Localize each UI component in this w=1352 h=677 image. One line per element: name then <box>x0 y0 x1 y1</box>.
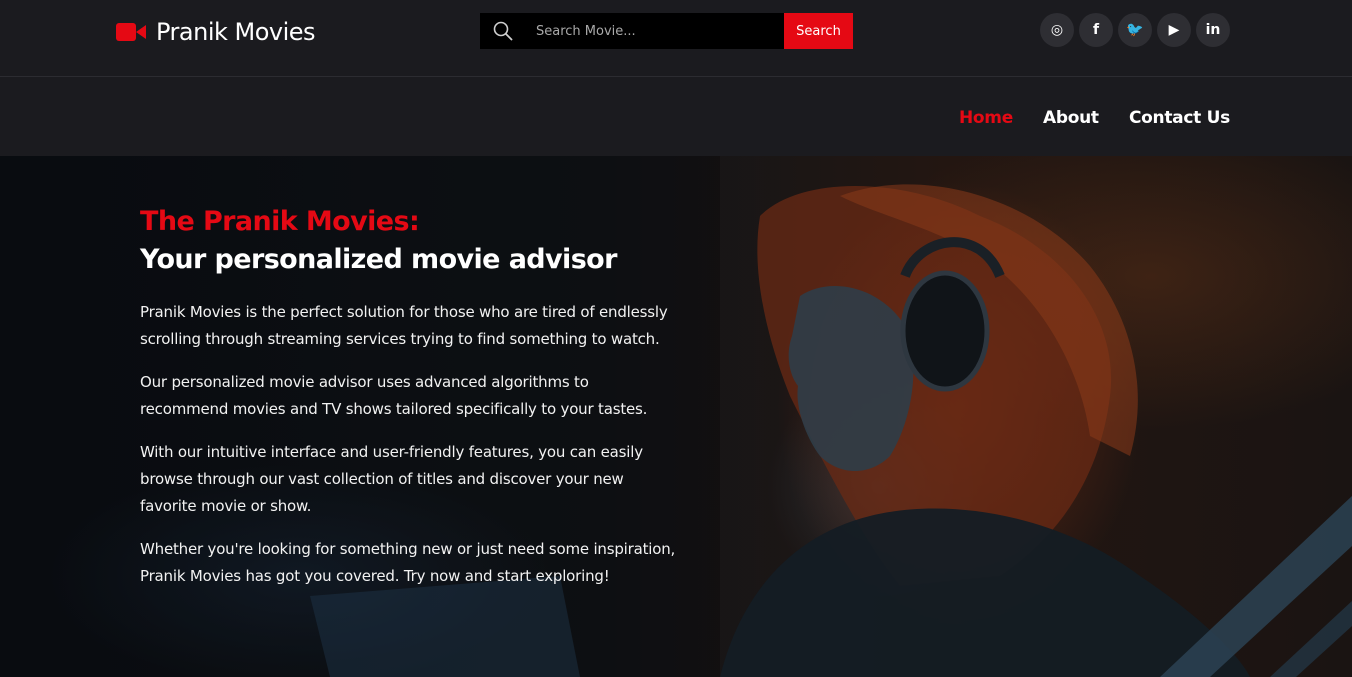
brand-logo[interactable]: Pranik Movies <box>116 14 316 50</box>
social-links: ◎ f 🐦 ▶ in <box>1040 13 1230 47</box>
facebook-icon[interactable]: f <box>1079 13 1113 47</box>
brand-name: Pranik Movies <box>156 18 316 46</box>
main-nav: Home About Contact Us <box>0 78 1352 156</box>
nav-item-contact-us[interactable]: Contact Us <box>1129 108 1230 128</box>
top-header: Pranik Movies Search ◎ f 🐦 ▶ in <box>0 0 1352 77</box>
hero-title-accent: The Pranik Movies: <box>140 206 420 237</box>
twitter-icon[interactable]: 🐦 <box>1118 13 1152 47</box>
search-field <box>480 13 784 49</box>
search-input[interactable] <box>526 13 784 49</box>
hero-section: The Pranik Movies: Your personalized mov… <box>0 156 1352 677</box>
hero-paragraph: Our personalized movie advisor uses adva… <box>140 373 648 418</box>
search-icon <box>480 21 526 41</box>
linkedin-icon[interactable]: in <box>1196 13 1230 47</box>
nav-item-home[interactable]: Home <box>959 108 1013 128</box>
youtube-icon[interactable]: ▶ <box>1157 13 1191 47</box>
instagram-icon[interactable]: ◎ <box>1040 13 1074 47</box>
search-button[interactable]: Search <box>784 13 853 49</box>
hero-description: Pranik Movies is the perfect solution fo… <box>140 299 680 606</box>
hero-paragraph: Pranik Movies is the perfect solution fo… <box>140 303 668 348</box>
search-bar: Search <box>480 13 853 49</box>
nav-item-about[interactable]: About <box>1043 108 1099 128</box>
hero-paragraph: With our intuitive interface and user-fr… <box>140 443 643 515</box>
hero-paragraph: Whether you're looking for something new… <box>140 540 676 585</box>
video-camera-icon <box>116 23 146 41</box>
hero-title: Your personalized movie advisor <box>140 244 617 275</box>
